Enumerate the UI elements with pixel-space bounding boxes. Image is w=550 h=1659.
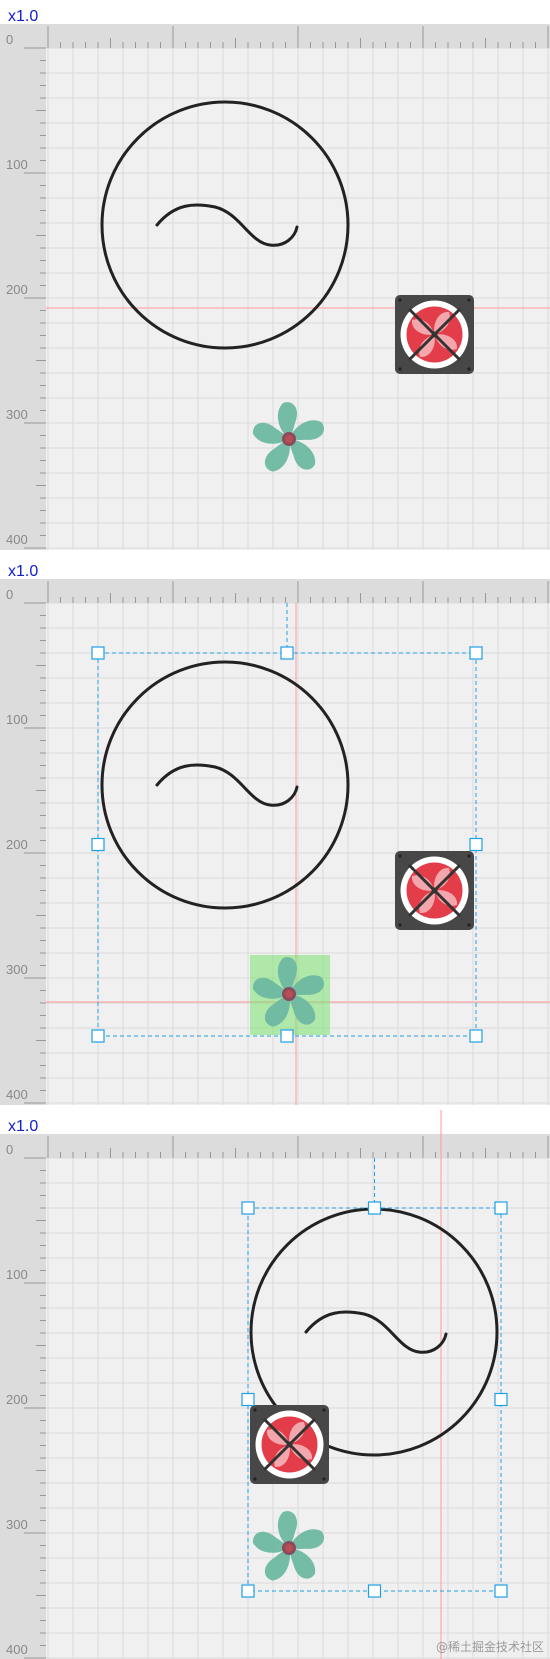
- sine-wave: [155, 763, 299, 807]
- resize-handle[interactable]: [469, 646, 483, 660]
- vertical-ruler: 0100200300400: [0, 24, 46, 550]
- resize-handle[interactable]: [241, 1392, 255, 1407]
- screw: [467, 854, 471, 858]
- ruler-label: 100: [6, 1267, 28, 1282]
- resize-handle[interactable]: [91, 1029, 105, 1043]
- exhaust-fan-icon[interactable]: [250, 1405, 329, 1484]
- resize-handle[interactable]: [494, 1392, 508, 1407]
- propeller-hub-center: [285, 990, 293, 998]
- ruler-label: 100: [6, 157, 28, 172]
- ruler-bar: [0, 24, 550, 48]
- resize-handle[interactable]: [367, 1201, 382, 1215]
- screw: [322, 1408, 326, 1412]
- ruler-label: 300: [6, 1517, 28, 1532]
- ruler-label: 200: [6, 282, 28, 297]
- resize-handle[interactable]: [367, 1584, 382, 1598]
- fan-hub: [286, 1441, 293, 1448]
- sine-wave: [155, 203, 299, 247]
- exhaust-fan-icon[interactable]: [395, 851, 474, 930]
- screw: [467, 367, 471, 371]
- watermark: @稀土掘金技术社区: [435, 1640, 544, 1654]
- resize-handle[interactable]: [494, 1584, 508, 1598]
- propeller-fan-icon[interactable]: [250, 1511, 326, 1584]
- canvas-panel-propeller-selected[interactable]: 01002003004000100200300400 x1.0: [0, 555, 550, 1105]
- vertical-ruler: 0100200300400: [0, 1134, 46, 1659]
- ruler-label: 100: [6, 712, 28, 727]
- screw: [467, 923, 471, 927]
- resize-handle[interactable]: [241, 1201, 255, 1215]
- propeller-hub-center: [285, 1544, 293, 1552]
- canvas-panel-group-moved[interactable]: 01002003004000100200300400 x1.0 @稀土掘金技术社…: [0, 1110, 550, 1659]
- ac-source-circle: [100, 660, 350, 910]
- resize-handle[interactable]: [280, 1029, 294, 1043]
- ac-source-circle: [100, 100, 350, 350]
- sine-wave: [304, 1310, 448, 1354]
- zoom-level-label: x1.0: [8, 1118, 39, 1135]
- zoom-level-label: x1.0: [8, 8, 39, 25]
- screw: [398, 367, 402, 371]
- resize-handle[interactable]: [469, 837, 483, 852]
- ruler-label: 400: [6, 532, 28, 547]
- exhaust-fan-icon[interactable]: [395, 295, 474, 374]
- propeller-fan-icon[interactable]: [250, 402, 326, 475]
- grid: [46, 46, 550, 550]
- editor-stage[interactable]: 01002003004000100200300400: [0, 1110, 550, 1659]
- resize-handle[interactable]: [241, 1584, 255, 1598]
- ruler-bar: [0, 1134, 550, 1158]
- fan-hub: [431, 331, 438, 338]
- ac-power-source-icon[interactable]: [100, 100, 350, 350]
- fan-hub: [431, 887, 438, 894]
- ruler-corner: [0, 1110, 550, 1134]
- resize-handle[interactable]: [469, 1029, 483, 1043]
- ruler-label: 300: [6, 962, 28, 977]
- canvas-panel-initial[interactable]: 01002003004000100200300400 x1.0: [0, 0, 550, 550]
- resize-handle[interactable]: [91, 646, 105, 660]
- ac-power-source-icon[interactable]: [100, 660, 350, 910]
- ruler-label: 200: [6, 1392, 28, 1407]
- vertical-ruler: 0100200300400: [0, 579, 46, 1105]
- ruler-label: 400: [6, 1087, 28, 1102]
- screw: [253, 1408, 257, 1412]
- editor-stage[interactable]: 01002003004000100200300400: [0, 0, 550, 550]
- screw: [322, 1477, 326, 1481]
- ruler-label: 400: [6, 1642, 28, 1657]
- screw: [398, 298, 402, 302]
- screw: [253, 1477, 257, 1481]
- resize-handle[interactable]: [494, 1201, 508, 1215]
- screw: [398, 854, 402, 858]
- resize-handle[interactable]: [91, 837, 105, 852]
- ruler-label: 300: [6, 407, 28, 422]
- zoom-level-label: x1.0: [8, 563, 39, 580]
- screw: [467, 298, 471, 302]
- ruler-corner: [0, 555, 550, 579]
- resize-handle[interactable]: [280, 646, 294, 660]
- screw: [398, 923, 402, 927]
- ruler-label: 200: [6, 837, 28, 852]
- propeller-hub-center: [285, 435, 293, 443]
- ruler-bar: [0, 579, 550, 603]
- editor-stage[interactable]: 01002003004000100200300400: [0, 555, 550, 1105]
- ruler-corner: [0, 0, 550, 24]
